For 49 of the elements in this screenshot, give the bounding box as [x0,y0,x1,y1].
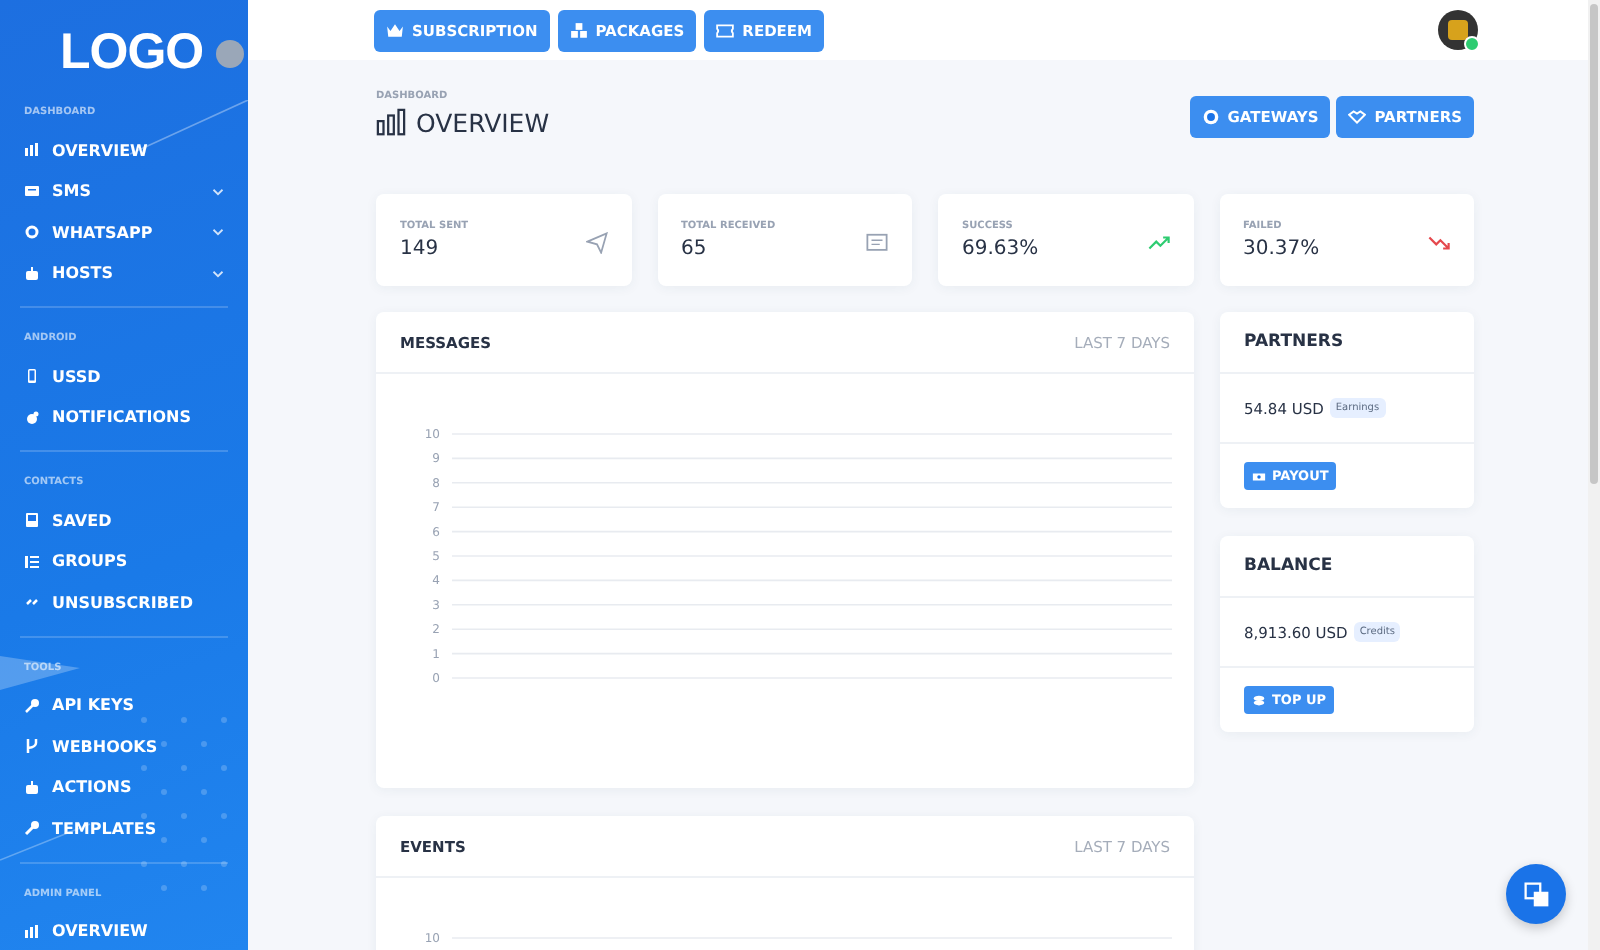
nav-item[interactable]: SAVED [20,500,228,541]
nav-item[interactable]: USSD [20,356,228,397]
coins-icon [1252,693,1266,707]
stat-value: 149 [400,238,439,260]
stat-value: 65 [681,238,707,260]
card-title: PARTNERS [1244,332,1344,352]
nav-item[interactable]: API KEYS [20,685,228,726]
translate-icon [1523,881,1549,907]
logo: LOGO [60,24,204,82]
bar-chart-icon [24,142,40,159]
robot-icon [24,265,40,282]
list-icon [24,553,40,570]
trend-up-icon [1147,232,1169,254]
bar-chart-icon [376,107,406,137]
paper-plane-icon [585,232,607,254]
avatar[interactable] [1438,10,1478,50]
stat-value: 30.37% [1243,238,1320,260]
translate-button[interactable] [1506,864,1566,924]
chat-icon [24,224,40,241]
key-icon [24,697,40,714]
nav-item[interactable]: WEBHOOKS [20,726,228,767]
boxes-icon [569,21,588,39]
nav-item[interactable]: GROUPS [20,541,228,582]
nav-item[interactable]: TEMPLATES [20,808,228,849]
scrollbar[interactable] [1588,0,1600,950]
trend-down-icon [1428,232,1450,254]
card-title: BALANCE [1244,556,1333,576]
nav-item[interactable]: UNSUBSCRIBED [20,582,228,623]
logo-dot [215,39,244,67]
banknote-icon [1252,469,1266,483]
phone-icon [24,368,40,385]
nav-item[interactable]: WHATSAPP [20,212,228,253]
bar-chart-icon [24,923,40,940]
crown-icon [386,21,404,39]
branch-icon [24,738,40,755]
nav-item[interactable]: SMS [20,171,228,212]
page-title: OVERVIEW [416,107,550,137]
message-icon [24,183,40,200]
nav-item[interactable]: OVERVIEW [20,911,228,950]
contact-card-icon [24,512,40,529]
nav-item[interactable]: ACTIONS [20,767,228,808]
message-icon [866,232,888,254]
chat-icon [1201,108,1220,126]
nav-item[interactable]: NOTIFICATIONS [20,397,228,438]
nav-item[interactable]: OVERVIEW [20,130,228,171]
stat-value: 69.63% [962,238,1039,260]
nav-item[interactable]: HOSTS [20,253,228,294]
robot-icon [24,779,40,796]
ticket-icon [716,21,735,39]
